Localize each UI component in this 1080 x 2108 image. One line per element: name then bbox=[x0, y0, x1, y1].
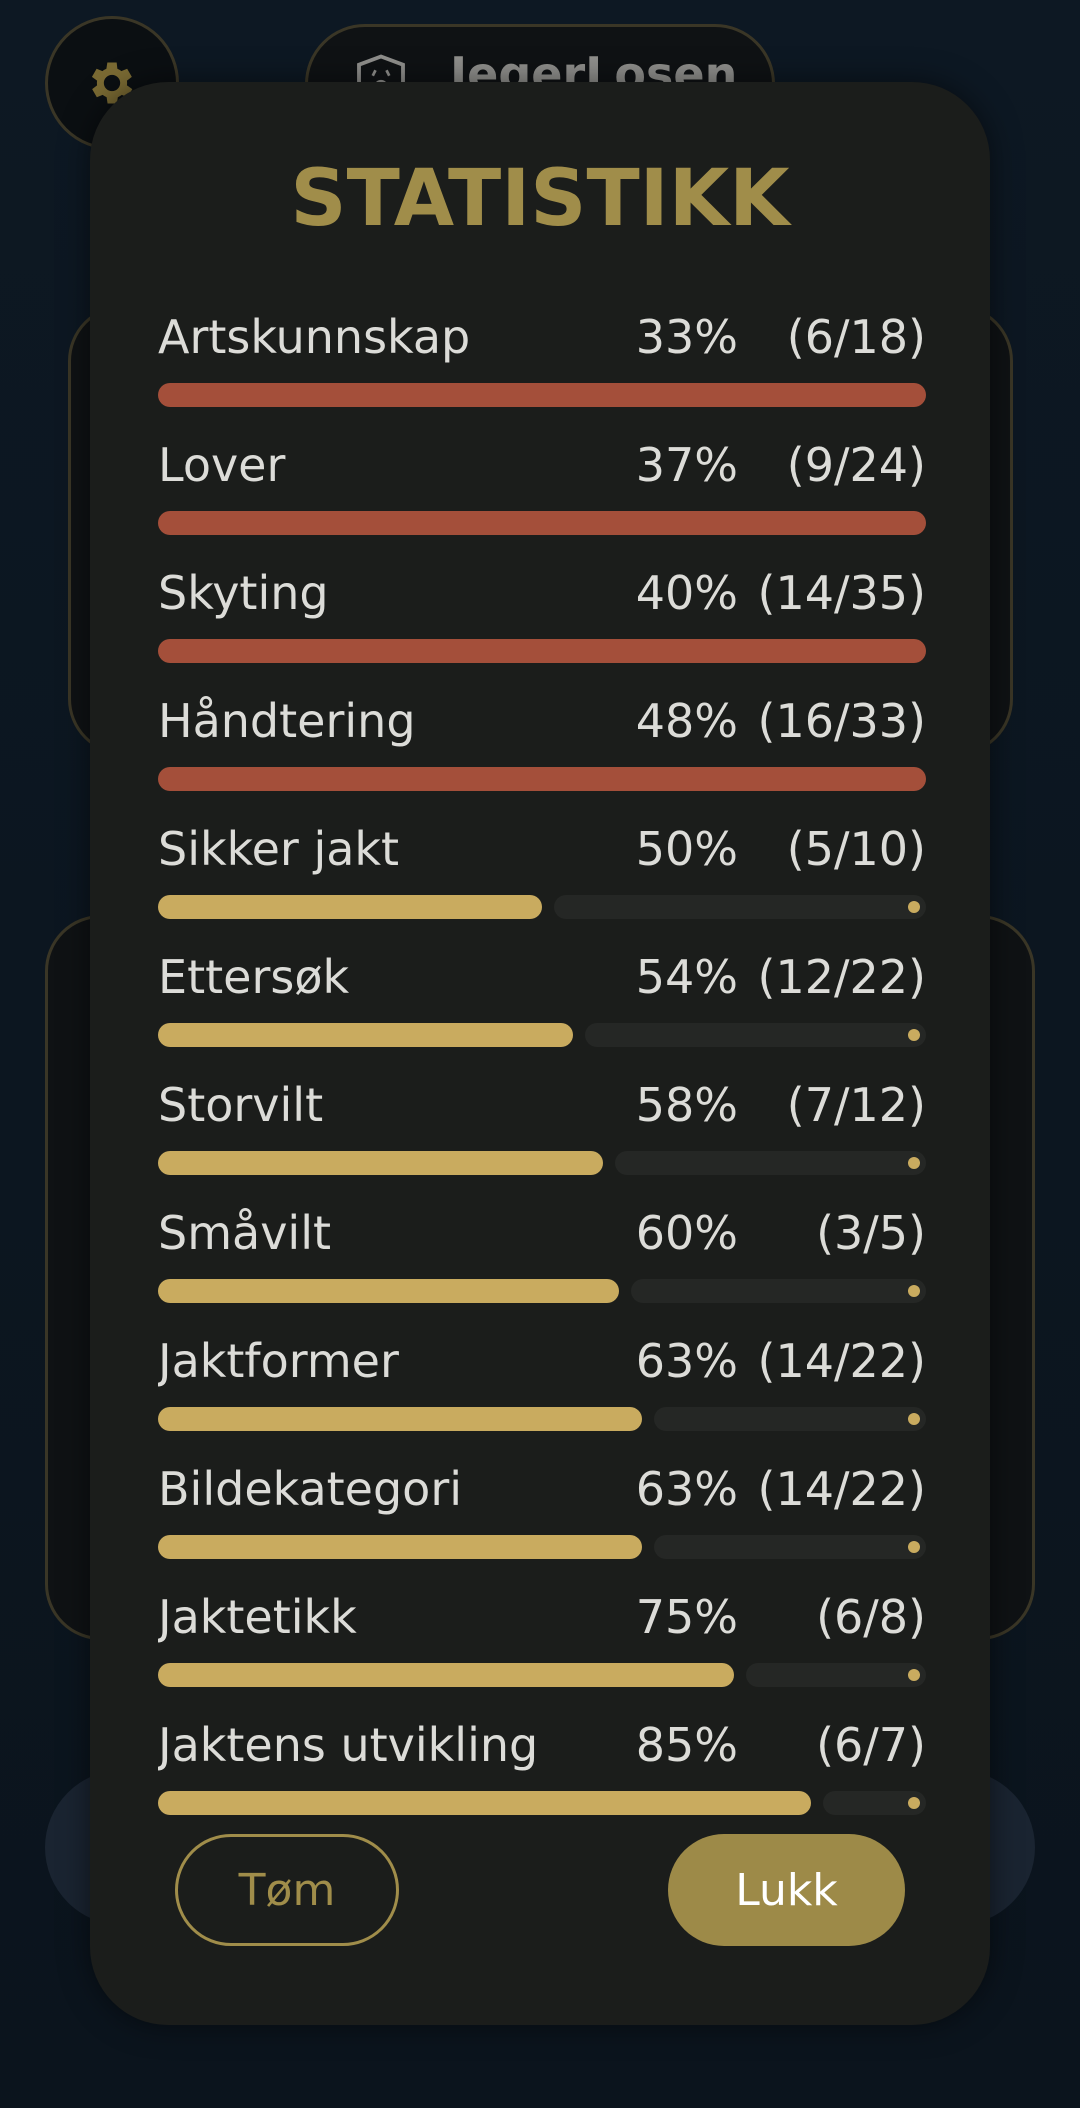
stat-progress-end-dot bbox=[908, 1157, 920, 1169]
stat-count: (14/35) bbox=[757, 566, 926, 620]
stat-row: Storvilt 58% (7/12) bbox=[158, 1080, 926, 1208]
stat-row: Sikker jakt 50% (5/10) bbox=[158, 824, 926, 952]
stat-category-label: Jaktetikk bbox=[158, 1590, 357, 1644]
stat-progress-bar bbox=[158, 1791, 926, 1815]
stat-progress-fill bbox=[158, 639, 926, 663]
stat-category-label: Skyting bbox=[158, 566, 329, 620]
stat-progress-fill bbox=[158, 511, 926, 535]
stat-category-label: Lover bbox=[158, 438, 286, 492]
stat-row: Skyting 40% (14/35) bbox=[158, 568, 926, 696]
stat-progress-fill bbox=[158, 1791, 811, 1815]
stat-progress-end-dot bbox=[908, 1029, 920, 1041]
stat-percent: 63% bbox=[635, 1334, 738, 1388]
stat-progress-fill bbox=[158, 1663, 734, 1687]
stat-count: (5/10) bbox=[786, 822, 926, 876]
stat-percent: 60% bbox=[635, 1206, 738, 1260]
stat-progress-fill bbox=[158, 1407, 642, 1431]
stat-percent: 58% bbox=[635, 1078, 738, 1132]
stat-row: Jaktetikk 75% (6/8) bbox=[158, 1592, 926, 1720]
stat-progress-fill bbox=[158, 383, 926, 407]
stat-row: Bildekategori 63% (14/22) bbox=[158, 1464, 926, 1592]
stat-category-label: Bildekategori bbox=[158, 1462, 463, 1516]
stat-progress-bar bbox=[158, 383, 926, 407]
stat-percent: 48% bbox=[635, 694, 738, 748]
stat-progress-remaining bbox=[823, 1791, 926, 1815]
stat-progress-remaining bbox=[746, 1663, 926, 1687]
close-button[interactable]: Lukk bbox=[668, 1834, 905, 1946]
stat-progress-bar bbox=[158, 639, 926, 663]
stat-percent: 75% bbox=[635, 1590, 738, 1644]
stat-percent: 37% bbox=[635, 438, 738, 492]
stat-row: Lover 37% (9/24) bbox=[158, 440, 926, 568]
clear-button[interactable]: Tøm bbox=[175, 1834, 399, 1946]
modal-title: STATISTIKK bbox=[290, 154, 790, 244]
stat-category-label: Storvilt bbox=[158, 1078, 324, 1132]
stat-progress-bar bbox=[158, 1407, 926, 1431]
stat-category-label: Sikker jakt bbox=[158, 822, 400, 876]
stat-count: (3/5) bbox=[816, 1206, 926, 1260]
stat-progress-bar bbox=[158, 1151, 926, 1175]
stat-progress-end-dot bbox=[908, 1413, 920, 1425]
stat-progress-fill bbox=[158, 895, 542, 919]
stat-progress-bar bbox=[158, 1279, 926, 1303]
stat-progress-fill bbox=[158, 767, 926, 791]
stat-progress-end-dot bbox=[908, 1285, 920, 1297]
stat-category-label: Håndtering bbox=[158, 694, 416, 748]
stat-percent: 40% bbox=[635, 566, 738, 620]
stat-count: (16/33) bbox=[757, 694, 926, 748]
stat-row: Ettersøk 54% (12/22) bbox=[158, 952, 926, 1080]
stat-category-label: Småvilt bbox=[158, 1206, 332, 1260]
stat-count: (6/18) bbox=[786, 312, 926, 364]
stat-progress-fill bbox=[158, 1535, 642, 1559]
stat-count: (7/12) bbox=[786, 1078, 926, 1132]
statistics-modal: STATISTIKK Artskunnskap 33% (6/18) Lover 37%… bbox=[90, 82, 990, 2025]
stat-percent: 33% bbox=[635, 312, 738, 364]
stat-category-label: Artskunnskap bbox=[158, 312, 471, 364]
stat-count: (12/22) bbox=[757, 950, 926, 1004]
stat-progress-end-dot bbox=[908, 1541, 920, 1553]
stat-progress-remaining bbox=[554, 895, 926, 919]
stat-progress-end-dot bbox=[908, 1797, 920, 1809]
stat-category-label: Jaktformer bbox=[158, 1334, 399, 1388]
stat-progress-bar bbox=[158, 1663, 926, 1687]
stat-count: (14/22) bbox=[757, 1334, 926, 1388]
stats-list[interactable]: Artskunnskap 33% (6/18) Lover 37% (9/24) Skyti… bbox=[158, 312, 926, 1834]
stat-percent: 85% bbox=[635, 1718, 738, 1772]
stat-row: Jaktformer 63% (14/22) bbox=[158, 1336, 926, 1464]
stat-row: Småvilt 60% (3/5) bbox=[158, 1208, 926, 1336]
stat-percent: 63% bbox=[635, 1462, 738, 1516]
stat-category-label: Ettersøk bbox=[158, 950, 350, 1004]
stat-progress-bar bbox=[158, 511, 926, 535]
stat-progress-bar bbox=[158, 1535, 926, 1559]
stat-progress-fill bbox=[158, 1279, 619, 1303]
stat-percent: 50% bbox=[635, 822, 738, 876]
stat-category-label: Jaktens utvikling bbox=[158, 1718, 539, 1772]
stat-count: (9/24) bbox=[786, 438, 926, 492]
stat-percent: 54% bbox=[635, 950, 738, 1004]
stat-progress-remaining bbox=[631, 1279, 926, 1303]
stat-count: (14/22) bbox=[757, 1462, 926, 1516]
stat-progress-fill bbox=[158, 1151, 603, 1175]
stat-progress-fill bbox=[158, 1023, 573, 1047]
stat-progress-bar bbox=[158, 895, 926, 919]
stat-progress-remaining bbox=[654, 1407, 926, 1431]
stat-progress-end-dot bbox=[908, 1669, 920, 1681]
stat-row: Artskunnskap 33% (6/18) bbox=[158, 312, 926, 440]
stat-progress-remaining bbox=[615, 1151, 926, 1175]
stat-row: Håndtering 48% (16/33) bbox=[158, 696, 926, 824]
stat-row: Jaktens utvikling 85% (6/7) bbox=[158, 1720, 926, 1834]
stat-progress-bar bbox=[158, 1023, 926, 1047]
stat-count: (6/8) bbox=[816, 1590, 926, 1644]
stat-progress-bar bbox=[158, 767, 926, 791]
stat-progress-remaining bbox=[585, 1023, 926, 1047]
stat-count: (6/7) bbox=[816, 1718, 926, 1772]
stat-progress-end-dot bbox=[908, 901, 920, 913]
stat-progress-remaining bbox=[654, 1535, 926, 1559]
